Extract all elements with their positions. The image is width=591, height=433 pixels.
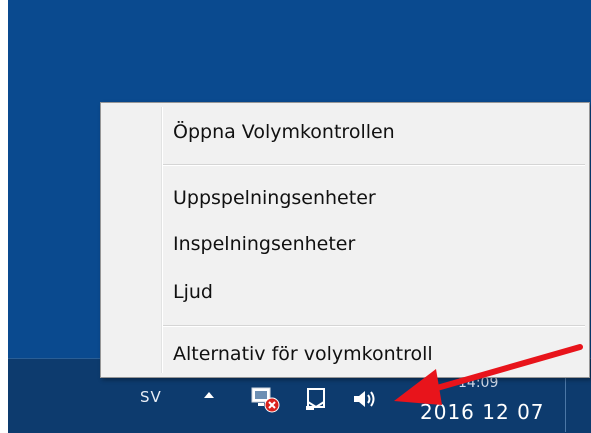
menu-separator [163,164,585,166]
menu-item-sounds[interactable]: Ljud [173,281,213,303]
language-indicator[interactable]: SV [140,388,162,406]
menu-item-open-volume-mixer[interactable]: Öppna Volymkontrollen [173,121,395,143]
menu-separator [163,325,585,327]
red-arrow-annotation [394,344,583,405]
action-center-icon[interactable] [304,386,330,412]
network-error-icon[interactable] [250,386,284,414]
menu-icon-gutter [161,107,163,373]
chevron-up-icon[interactable] [204,392,214,398]
menu-item-playback-devices[interactable]: Uppspelningsenheter [173,187,376,209]
speaker-icon[interactable] [352,388,380,410]
menu-item-recording-devices[interactable]: Inspelningsenheter [173,233,355,255]
